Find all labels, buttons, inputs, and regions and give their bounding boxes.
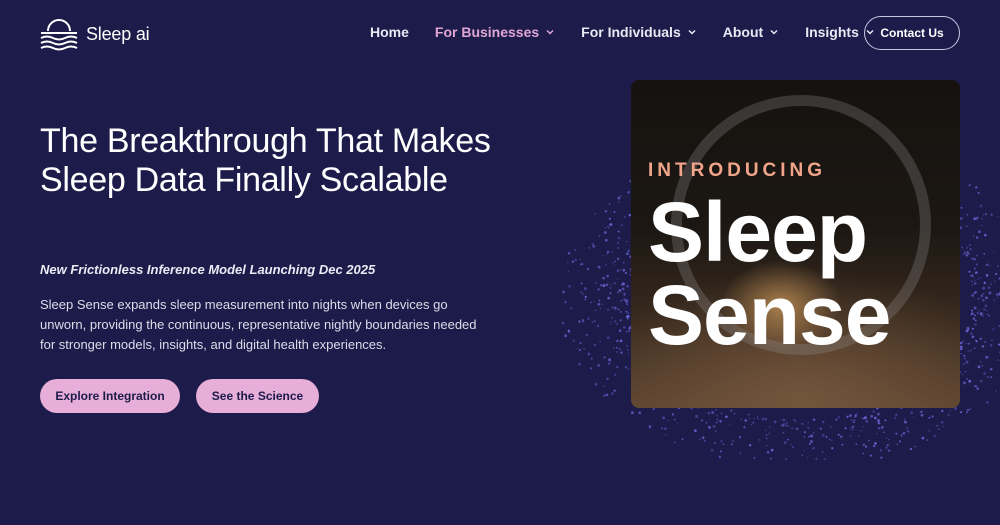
chevron-down-icon bbox=[688, 29, 696, 35]
see-the-science-button[interactable]: See the Science bbox=[196, 379, 319, 413]
nav-item-label: For Businesses bbox=[434, 24, 540, 40]
nav-links: Home For Businesses For Individuals Abou… bbox=[370, 24, 901, 40]
brand-logo[interactable]: Sleep ai bbox=[40, 16, 150, 52]
sleep-sense-promo-image: INTRODUCING Sleep Sense bbox=[631, 80, 960, 408]
promo-title-line1: Sleep bbox=[648, 185, 868, 279]
contact-us-button[interactable]: Contact Us bbox=[864, 16, 960, 50]
nav-item-label: Home bbox=[370, 24, 409, 40]
nav-item-for-businesses[interactable]: For Businesses bbox=[435, 24, 555, 40]
nav-item-label: Insights bbox=[805, 24, 859, 40]
chevron-down-icon bbox=[546, 29, 554, 35]
nav-item-about[interactable]: About bbox=[723, 24, 779, 40]
nav-item-label: For Individuals bbox=[581, 24, 681, 40]
hero-subhead: New Frictionless Inference Model Launchi… bbox=[40, 262, 376, 277]
explore-integration-button[interactable]: Explore Integration bbox=[40, 379, 180, 413]
promo-kicker: INTRODUCING bbox=[648, 160, 827, 181]
nav-item-home[interactable]: Home bbox=[370, 24, 409, 40]
nav-item-label: About bbox=[722, 24, 764, 40]
hero-description: Sleep Sense expands sleep measurement in… bbox=[40, 297, 477, 352]
promo-title-line2: Sense bbox=[648, 268, 891, 362]
top-navigation: Sleep ai Home For Businesses For Individ… bbox=[0, 0, 1000, 68]
sun-over-waves-icon bbox=[40, 19, 78, 51]
nav-item-for-individuals[interactable]: For Individuals bbox=[581, 24, 697, 40]
chevron-down-icon bbox=[770, 29, 778, 35]
brand-name: Sleep ai bbox=[86, 23, 150, 44]
hero-headline: The Breakthrough That Makes Sleep Data F… bbox=[40, 122, 491, 199]
